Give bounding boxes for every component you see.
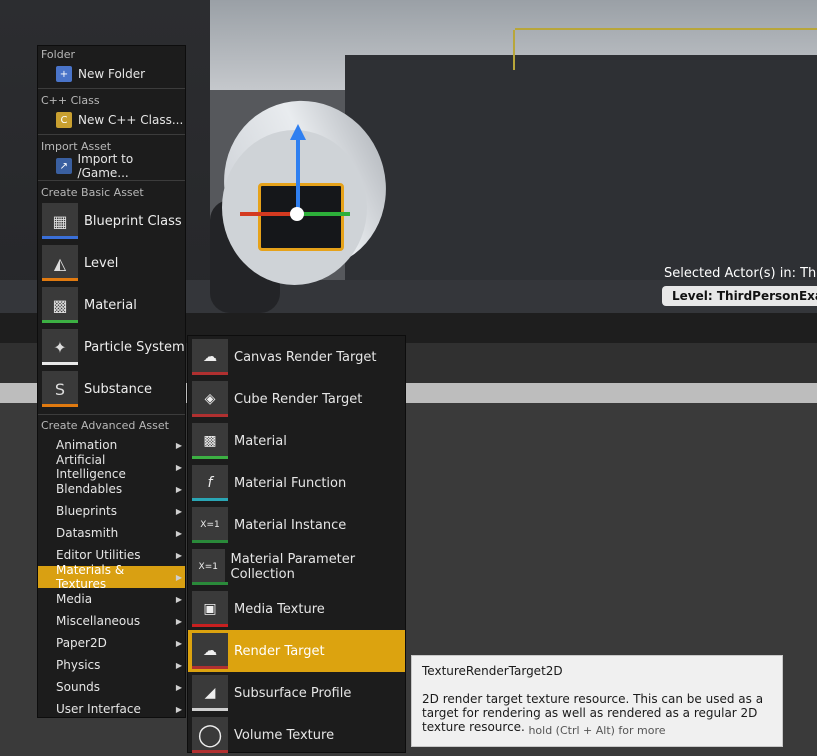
chevron-right-icon: ▶ [175, 484, 182, 494]
submenu-item-cube-render-target[interactable]: ◈ Cube Render Target [188, 378, 405, 420]
blueprint-class-icon: ▦ [42, 203, 78, 239]
advanced-item-sounds[interactable]: Sounds ▶ [38, 676, 185, 698]
advanced-item-blendables[interactable]: Blendables ▶ [38, 478, 185, 500]
advanced-item-user-interface[interactable]: User Interface ▶ [38, 698, 185, 720]
import-to-label: Import to /Game... [77, 152, 134, 180]
submenu-item-render-target[interactable]: ☁ Render Target [188, 630, 405, 672]
chevron-right-icon: ▶ [175, 616, 182, 626]
material-parameter-collection-icon: X=1 [192, 549, 228, 585]
submenu-item-material-instance[interactable]: X=1 Material Instance [188, 504, 405, 546]
basic-item-level[interactable]: ◭ Level [40, 243, 185, 283]
basic-item-substance[interactable]: S Substance [40, 369, 185, 409]
chevron-right-icon: ▶ [175, 704, 182, 714]
section-basic-title: Create Basic Asset [41, 186, 144, 199]
render-target-tooltip: TextureRenderTarget2D 2D render target t… [411, 655, 783, 747]
gizmo-z-axis[interactable] [296, 135, 300, 215]
add-new-context-menu: Folder + New Folder C++ Class C New C++ … [37, 45, 186, 718]
material-icon: ▩ [42, 287, 78, 323]
cpp-class-icon: C [56, 112, 72, 128]
gizmo-z-arrow-icon[interactable] [290, 124, 306, 140]
submenu-item-material-function[interactable]: f Material Function [188, 462, 405, 504]
substance-icon: S [42, 371, 78, 407]
materials-textures-submenu: ☁ Canvas Render Target ◈ Cube Render Tar… [187, 335, 406, 753]
separator [38, 414, 185, 415]
advanced-item-artificial-intelligence[interactable]: Artificial Intelligence ▶ [38, 453, 185, 481]
chevron-right-icon: ▶ [175, 506, 182, 516]
volume-texture-icon: ◯ [192, 717, 228, 753]
canvas-render-target-icon: ☁ [192, 339, 228, 375]
section-cpp-title: C++ Class [41, 94, 100, 107]
chevron-right-icon: ▶ [175, 572, 182, 582]
selected-actor-label: Selected Actor(s) in: Third [664, 266, 817, 281]
submenu-item-media-texture[interactable]: ▣ Media Texture [188, 588, 405, 630]
chevron-right-icon: ▶ [175, 550, 182, 560]
new-folder-item[interactable]: + New Folder [40, 64, 185, 84]
advanced-item-paper2d[interactable]: Paper2D ▶ [38, 632, 185, 654]
chevron-right-icon: ▶ [175, 638, 182, 648]
basic-item-blueprint-class[interactable]: ▦ Blueprint Class [40, 201, 185, 241]
separator [38, 180, 185, 181]
submenu-item-volume-texture[interactable]: ◯ Volume Texture [188, 714, 405, 756]
advanced-item-materials-textures[interactable]: Materials & Textures ▶ [38, 563, 185, 591]
subsurface-profile-icon: ◢ [192, 675, 228, 711]
submenu-item-subsurface-profile[interactable]: ◢ Subsurface Profile [188, 672, 405, 714]
chevron-right-icon: ▶ [175, 682, 182, 692]
new-cpp-class-item[interactable]: C New C++ Class... [40, 110, 185, 130]
submenu-item-canvas-render-target[interactable]: ☁ Canvas Render Target [188, 336, 405, 378]
new-cpp-class-label: New C++ Class... [78, 113, 184, 127]
render-target-icon: ☁ [192, 633, 228, 669]
submenu-item-material-parameter-collection[interactable]: X=1 Material Parameter Collection [188, 546, 405, 588]
material-icon: ▩ [192, 423, 228, 459]
chevron-right-icon: ▶ [175, 528, 182, 538]
material-function-icon: f [192, 465, 228, 501]
bounds-line [515, 28, 817, 30]
advanced-item-miscellaneous[interactable]: Miscellaneous ▶ [38, 610, 185, 632]
section-folder-title: Folder [41, 48, 75, 61]
tooltip-hint: hold (Ctrl + Alt) for more [528, 724, 666, 737]
cube-render-target-icon: ◈ [192, 381, 228, 417]
advanced-item-physics[interactable]: Physics ▶ [38, 654, 185, 676]
bounds-line-vertical [513, 30, 515, 70]
gizmo-y-axis[interactable] [300, 212, 350, 216]
chevron-right-icon: ▶ [175, 462, 182, 472]
chevron-right-icon: ▶ [175, 660, 182, 670]
basic-item-particle-system[interactable]: ✦ Particle System [40, 327, 185, 367]
chevron-right-icon: ▶ [175, 440, 182, 450]
tooltip-title: TextureRenderTarget2D [422, 664, 563, 678]
new-folder-icon: + [56, 66, 72, 82]
advanced-item-datasmith[interactable]: Datasmith ▶ [38, 522, 185, 544]
new-folder-label: New Folder [78, 67, 146, 81]
gizmo-center[interactable] [290, 207, 304, 221]
level-icon: ◭ [42, 245, 78, 281]
submenu-item-material[interactable]: ▩ Material [188, 420, 405, 462]
separator [38, 134, 185, 135]
particle-system-icon: ✦ [42, 329, 78, 365]
section-advanced-title: Create Advanced Asset [41, 419, 169, 432]
level-pill: Level: ThirdPersonExample [662, 286, 817, 306]
advanced-item-blueprints[interactable]: Blueprints ▶ [38, 500, 185, 522]
advanced-item-media[interactable]: Media ▶ [38, 588, 185, 610]
media-texture-icon: ▣ [192, 591, 228, 627]
import-icon: ↗ [56, 158, 72, 174]
separator [38, 88, 185, 89]
material-instance-icon: X=1 [192, 507, 228, 543]
import-to-item[interactable]: ↗ Import to /Game... [40, 152, 185, 180]
basic-item-material[interactable]: ▩ Material [40, 285, 185, 325]
chevron-right-icon: ▶ [175, 594, 182, 604]
